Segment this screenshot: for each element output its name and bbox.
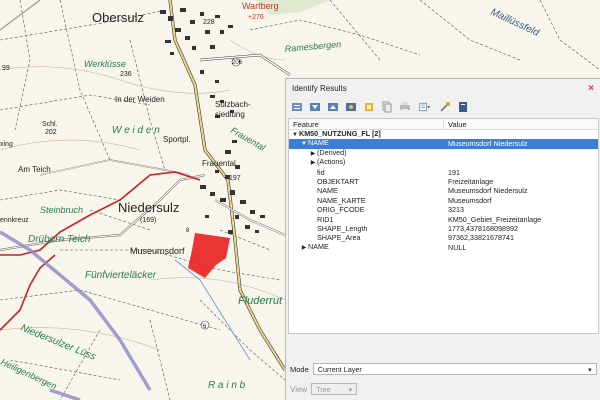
collapse-all-icon[interactable] xyxy=(308,100,322,114)
tree-row[interactable]: ▶ (Actions) xyxy=(289,157,598,167)
view-label: View xyxy=(290,384,308,394)
map-label-steinbruch: Steinbruch xyxy=(40,205,83,215)
collapsed-arrow-icon[interactable]: ▶ xyxy=(300,244,308,253)
map-label-236: 236 xyxy=(120,71,132,78)
tree-row-value: NULL xyxy=(448,242,467,252)
map-label-frauental: Frauental xyxy=(202,159,236,168)
tree-row-value: KM50_Gebiet_Freizeitanlage xyxy=(448,214,542,224)
map-label-siedlung: siedlung xyxy=(215,110,245,119)
tree-row-value: Museumsdorf Niedersulz xyxy=(448,186,528,196)
clear-icon[interactable] xyxy=(344,100,358,114)
feature-label: NAME xyxy=(308,241,329,251)
map-label-228: 228 xyxy=(203,19,215,26)
expand-new-icon[interactable] xyxy=(326,100,340,114)
tree-row[interactable]: NAME_KARTE Museumsdorf xyxy=(289,196,598,205)
chevron-down-icon: ▾ xyxy=(348,384,353,394)
tree-row-value: 97362,33821678741 xyxy=(448,233,514,243)
tree-row-value: Museumsdorf xyxy=(448,195,492,205)
column-feature[interactable]: Feature xyxy=(289,119,444,129)
map-label-rainb: R a i n b xyxy=(208,380,246,391)
tree-rows: ▼KM50_NUTZUNG_FL [2] ▼NAME Museumsdorf Nie… xyxy=(289,129,598,253)
tree-row-value: Museumsdorf Niedersulz xyxy=(448,139,528,149)
highlight-icon[interactable] xyxy=(362,100,376,114)
map-label-sulzbach: Sulzbach- xyxy=(215,100,251,109)
feature-label: ORIG_FCODE xyxy=(317,205,365,215)
tree-row-value: 3213 xyxy=(448,205,464,215)
expand-all-icon[interactable] xyxy=(290,100,304,114)
map-label-xing: xing xyxy=(0,141,13,148)
map-label-museumsdorf: Museumsdorf xyxy=(130,246,185,256)
mode-value: Current Layer xyxy=(317,364,362,374)
tree-row[interactable]: OBJEKTART Freizeitanlage xyxy=(289,177,598,186)
tree-row-feature: ▶ NAME xyxy=(289,242,444,253)
copy-icon[interactable] xyxy=(380,100,394,114)
mode-select[interactable]: Current Layer ▾ xyxy=(312,363,597,375)
tree-row-value: 1773,4378168098992 xyxy=(448,223,518,233)
map-label-weiden: W e i d e n xyxy=(112,125,160,136)
results-tree[interactable]: Feature Value ▼KM50_NUTZUNG_FL [2] ▼NAME M… xyxy=(288,118,599,334)
tree-row[interactable]: ▶ NAME NULL xyxy=(289,242,598,253)
feature-label: NAME_KARTE xyxy=(317,195,366,205)
panel-title: Identify Results xyxy=(292,83,347,93)
tree-row[interactable]: NAME Museumsdorf Niedersulz xyxy=(289,186,598,195)
feature-label: SHAPE_Length xyxy=(317,223,368,233)
map-label-206: 206 xyxy=(232,60,243,66)
tree-row-feature: fid xyxy=(289,168,444,177)
tree-row-feature: ORIG_FCODE xyxy=(289,205,444,214)
feature-label: KM50_NUTZUNG_FL [2] xyxy=(299,129,381,138)
panel-titlebar[interactable]: Identify Results × xyxy=(286,79,600,97)
feature-label: (Derived) xyxy=(317,147,347,157)
tree-row-feature: NAME xyxy=(289,186,444,195)
tree-row-feature: RID1 xyxy=(289,215,444,224)
tree-row-value: 191 xyxy=(448,167,460,177)
tree-row-feature: SHAPE_Length xyxy=(289,224,444,233)
view-bar: View Tree ▾ xyxy=(286,382,599,396)
feature-label: OBJEKTART xyxy=(317,176,359,186)
map-label-am-teich: Am Teich xyxy=(18,165,51,174)
feature-label: NAME xyxy=(317,186,338,196)
settings-icon[interactable] xyxy=(438,100,452,114)
tree-row-feature: OBJEKTART xyxy=(289,177,444,186)
feature-label: NAME xyxy=(308,138,329,148)
column-value[interactable]: Value xyxy=(444,120,467,129)
chevron-down-icon: ▾ xyxy=(588,364,592,374)
map-label-wartberg-height: +276 xyxy=(248,14,264,21)
tree-row-value: Freizeitanlage xyxy=(448,176,494,186)
map-label-99: 99 xyxy=(2,65,10,72)
map-label-sportpl: Sportpl. xyxy=(163,135,191,144)
form-icon[interactable] xyxy=(416,100,434,114)
mode-label: Mode xyxy=(290,364,309,374)
feature-label: RID1 xyxy=(317,214,334,224)
map-label-wartberg: Wartberg xyxy=(242,1,279,11)
help-icon[interactable] xyxy=(456,100,470,114)
map-label-werklusse: Werklüsse xyxy=(84,59,126,69)
map-label-obersulz: Obersulz xyxy=(92,10,144,25)
map-label-fluderrut: Fluderrut xyxy=(238,295,283,307)
map-label-fuenfviertel: Fünfvierteläcker xyxy=(85,270,157,281)
feature-label: fid xyxy=(317,167,325,177)
identify-results-panel: Identify Results × Feature Value ▼KM50_N… xyxy=(285,78,600,400)
feature-label: (Actions) xyxy=(317,157,346,167)
tree-row[interactable]: SHAPE_Length 1773,4378168098992 xyxy=(289,224,598,233)
tree-row-feature: NAME_KARTE xyxy=(289,196,444,205)
tree-row[interactable]: ORIG_FCODE 3213 xyxy=(289,205,598,214)
close-icon[interactable]: × xyxy=(588,83,594,94)
map-label-ennkreuz: ennkreuz xyxy=(0,217,29,224)
mode-bar: Mode Current Layer ▾ xyxy=(286,362,599,376)
view-select: Tree ▾ xyxy=(311,383,358,395)
panel-toolbar xyxy=(286,97,600,117)
map-label-niedersulz-num: (169) xyxy=(140,217,156,224)
map-label-niedersulz: Niedersulz xyxy=(118,200,179,215)
print-icon[interactable] xyxy=(398,100,412,114)
tree-row[interactable]: fid 191 xyxy=(289,168,598,177)
map-label-197: 197 xyxy=(229,175,241,182)
view-value: Tree xyxy=(316,384,331,394)
map-label-in-der-weiden: In der Weiden xyxy=(115,95,165,104)
map-label-schl: Schl. xyxy=(42,121,58,128)
tree-row[interactable]: RID1 KM50_Gebiet_Freizeitanlage xyxy=(289,215,598,224)
map-label-druebern-teich: Drübern Teich xyxy=(28,234,91,245)
map-label-schl-num: 202 xyxy=(45,129,57,136)
